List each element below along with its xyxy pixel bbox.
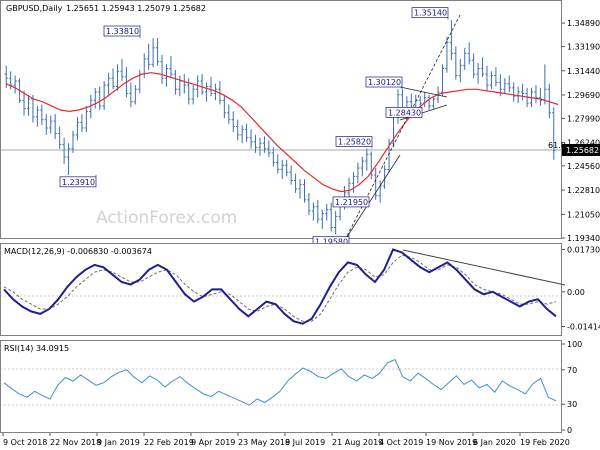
price-axis-label: 1.29690 — [567, 91, 600, 100]
rsi-axis-label: 0 — [567, 426, 572, 435]
annotation-label: 1.21950 — [335, 198, 368, 207]
price-axis-label: 1.24560 — [567, 162, 600, 171]
current-price-tag: 1.25682 — [562, 144, 600, 156]
price-axis-label: 1.31440 — [567, 67, 600, 76]
chart-canvas: GBPUSD,Daily 1.25651 1.25943 1.25079 1.2… — [0, 0, 600, 447]
time-axis-label: 9 Oct 2018 — [3, 438, 47, 447]
time-axis-label: 9 Apr 2019 — [191, 438, 235, 447]
rsi-axis-label: 70 — [567, 366, 577, 375]
macd-pane-frame — [0, 243, 562, 336]
price-axis-label: 1.27990 — [567, 114, 600, 123]
price-annotation: 1.21950 — [332, 196, 370, 208]
annotation-label: 1.23910 — [62, 178, 95, 187]
price-axis-label: 1.33190 — [567, 43, 600, 52]
time-axis: 9 Oct 2018 22 Nov 20189 Jan 2019 22 Feb 20… — [2, 433, 570, 447]
price-axis-label: 1.19340 — [567, 234, 600, 243]
ohlc-header: 1.25651 1.25943 1.25079 1.25682 — [66, 4, 206, 13]
annotation-label: 1.35140 — [414, 9, 447, 18]
price-annotation: 1.28430 — [385, 107, 423, 118]
time-axis-label: 22 Feb 2019 — [144, 438, 194, 447]
main-pane: GBPUSD,Daily 1.25651 1.25943 1.25079 1.2… — [0, 0, 566, 248]
macd-axis-label: 0.00 — [567, 288, 585, 297]
time-axis-label: 21 Aug 2019 — [332, 438, 383, 447]
time-axis-label: 23 May 2019 — [238, 438, 290, 447]
annotation-label: 1.30120 — [368, 78, 401, 87]
price-annotation: 1.30120 — [365, 76, 403, 90]
watermark: ActionForex.com — [96, 208, 237, 228]
macd-axis-label: -0.014148 — [567, 323, 600, 332]
time-axis-label: 19 Nov 2019 — [426, 438, 477, 447]
time-axis-label: 19 Feb 2020 — [520, 438, 570, 447]
annotation-label: 1.28430 — [388, 108, 421, 117]
rsi-axis-label: 100 — [567, 340, 582, 349]
price-annotation: 1.25820 — [335, 136, 373, 149]
price-axis-label: 1.22810 — [567, 186, 600, 195]
rsi-axis-label: 30 — [567, 400, 577, 409]
price-annotation: 1.23910 — [59, 174, 97, 188]
time-axis-label: 8 Jul 2019 — [285, 438, 325, 447]
macd-axis: 0.017302 0.00 -0.014148 — [562, 245, 600, 332]
annotation-label: 1.25820 — [338, 137, 371, 146]
macd-axis-label: 0.017302 — [567, 245, 600, 254]
main-pane-frame — [0, 0, 562, 239]
symbol-header: GBPUSD,Daily — [6, 4, 63, 13]
price-annotation: 1.35140 — [411, 7, 449, 20]
time-axis-label: 4 Oct 2019 — [379, 438, 423, 447]
annotation-label: 1.33810 — [106, 27, 139, 36]
rsi-pane: RSI(14) 34.0915 — [0, 340, 562, 433]
price-axis-label: 1.21050 — [567, 210, 600, 219]
time-axis-label: 9 Jan 2019 — [97, 438, 140, 447]
macd-header: MACD(12,26,9) -0.006830 -0.003674 — [4, 247, 152, 256]
rsi-axis: 100 70 30 0 — [562, 340, 582, 435]
price-axis: 1.348901.331901.314401.296901.279901.262… — [562, 19, 600, 243]
rsi-header: RSI(14) 34.0915 — [4, 344, 69, 353]
price-annotation: 1.33810 — [103, 25, 141, 39]
time-axis-label: 22 Nov 2018 — [50, 438, 101, 447]
price-axis-label: 1.34890 — [567, 19, 600, 28]
time-axis-label: 6 Jan 2020 — [473, 438, 516, 447]
current-price-value: 1.25682 — [566, 146, 599, 155]
macd-pane: MACD(12,26,9) -0.006830 -0.003674 — [0, 243, 566, 336]
